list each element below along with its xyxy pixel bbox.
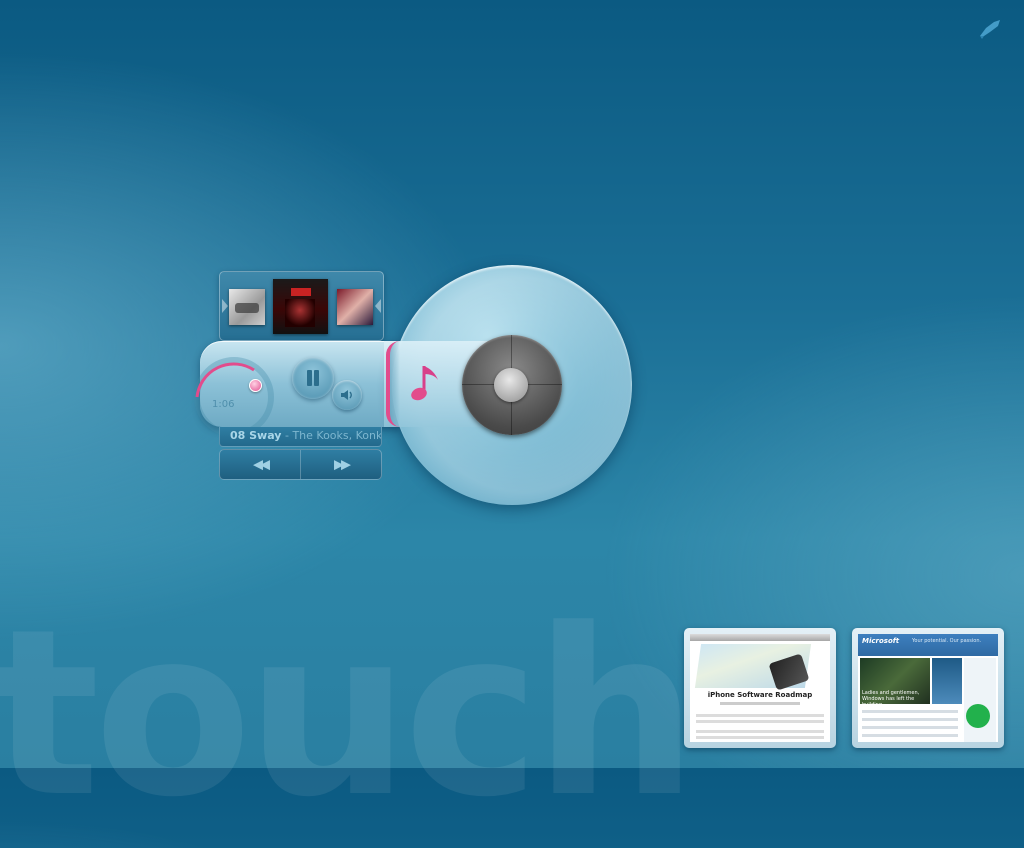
scrub-knob[interactable]	[249, 379, 262, 392]
thumbnail-panel	[932, 658, 962, 704]
window-thumbnail-microsoft[interactable]: Microsoft Your potential. Our passion. L…	[852, 628, 1004, 748]
thumbnail-row	[696, 720, 824, 723]
d-pad[interactable]	[462, 335, 562, 435]
disc-band-edge	[386, 341, 400, 427]
pause-button[interactable]	[292, 357, 334, 399]
progress-arc	[195, 362, 255, 398]
thumbnail-logo: Microsoft	[862, 637, 900, 645]
thumbnail-row	[862, 726, 958, 729]
thumbnail-badge	[966, 704, 990, 728]
now-playing-label: 08 Sway - The Kooks, Konk	[219, 427, 382, 447]
track-title: 08 Sway	[230, 429, 282, 442]
thumbnail-row	[862, 718, 958, 721]
volume-button[interactable]	[332, 380, 362, 410]
strip-left-arrow-icon[interactable]	[222, 299, 228, 313]
thumbnail-hero-text: Ladies and gentlemen, Windows has left t…	[862, 690, 920, 708]
fast-forward-icon: ▶▶	[334, 457, 351, 472]
seek-controls: ◀◀ ▶▶	[219, 449, 382, 480]
thumbnail-content: Microsoft Your potential. Our passion. L…	[858, 634, 998, 742]
album-cover-1[interactable]	[229, 289, 265, 325]
thumbnail-row	[696, 736, 824, 739]
thumbnail-row	[696, 730, 824, 733]
time-elapsed: 1:06	[212, 399, 235, 410]
music-note-icon	[411, 366, 438, 401]
thumbnail-subline	[720, 702, 800, 705]
track-artist: The Kooks, Konk	[292, 429, 382, 442]
thumbnail-tagline: Your potential. Our passion.	[912, 638, 982, 644]
rewind-icon: ◀◀	[253, 457, 270, 472]
album-cover-2[interactable]	[273, 279, 328, 334]
album-strip[interactable]	[219, 271, 384, 341]
rewind-button[interactable]: ◀◀	[220, 450, 300, 479]
track-separator: -	[281, 429, 293, 442]
thumbnail-content: iPhone Software Roadmap	[690, 634, 830, 742]
window-thumbnail-apple[interactable]: iPhone Software Roadmap	[684, 628, 836, 748]
album-cover-3[interactable]	[337, 289, 373, 325]
speaker-icon	[341, 390, 352, 400]
strip-right-arrow-icon[interactable]	[375, 299, 381, 313]
thumbnail-headline: iPhone Software Roadmap	[707, 691, 813, 699]
thumbnail-sidebar	[964, 658, 996, 742]
fast-forward-button[interactable]: ▶▶	[300, 450, 381, 479]
thumbnail-row	[696, 714, 824, 717]
touch-watermark: touch	[0, 581, 698, 848]
pen-brush-icon[interactable]	[976, 14, 1004, 42]
d-pad-center-button[interactable]	[494, 368, 528, 402]
thumbnail-row	[862, 710, 958, 713]
player-control-bar: 1:06	[194, 341, 400, 437]
thumbnail-header: Microsoft Your potential. Our passion.	[858, 634, 998, 656]
thumbnail-row	[862, 734, 958, 737]
thumbnail-navbar	[690, 634, 830, 641]
